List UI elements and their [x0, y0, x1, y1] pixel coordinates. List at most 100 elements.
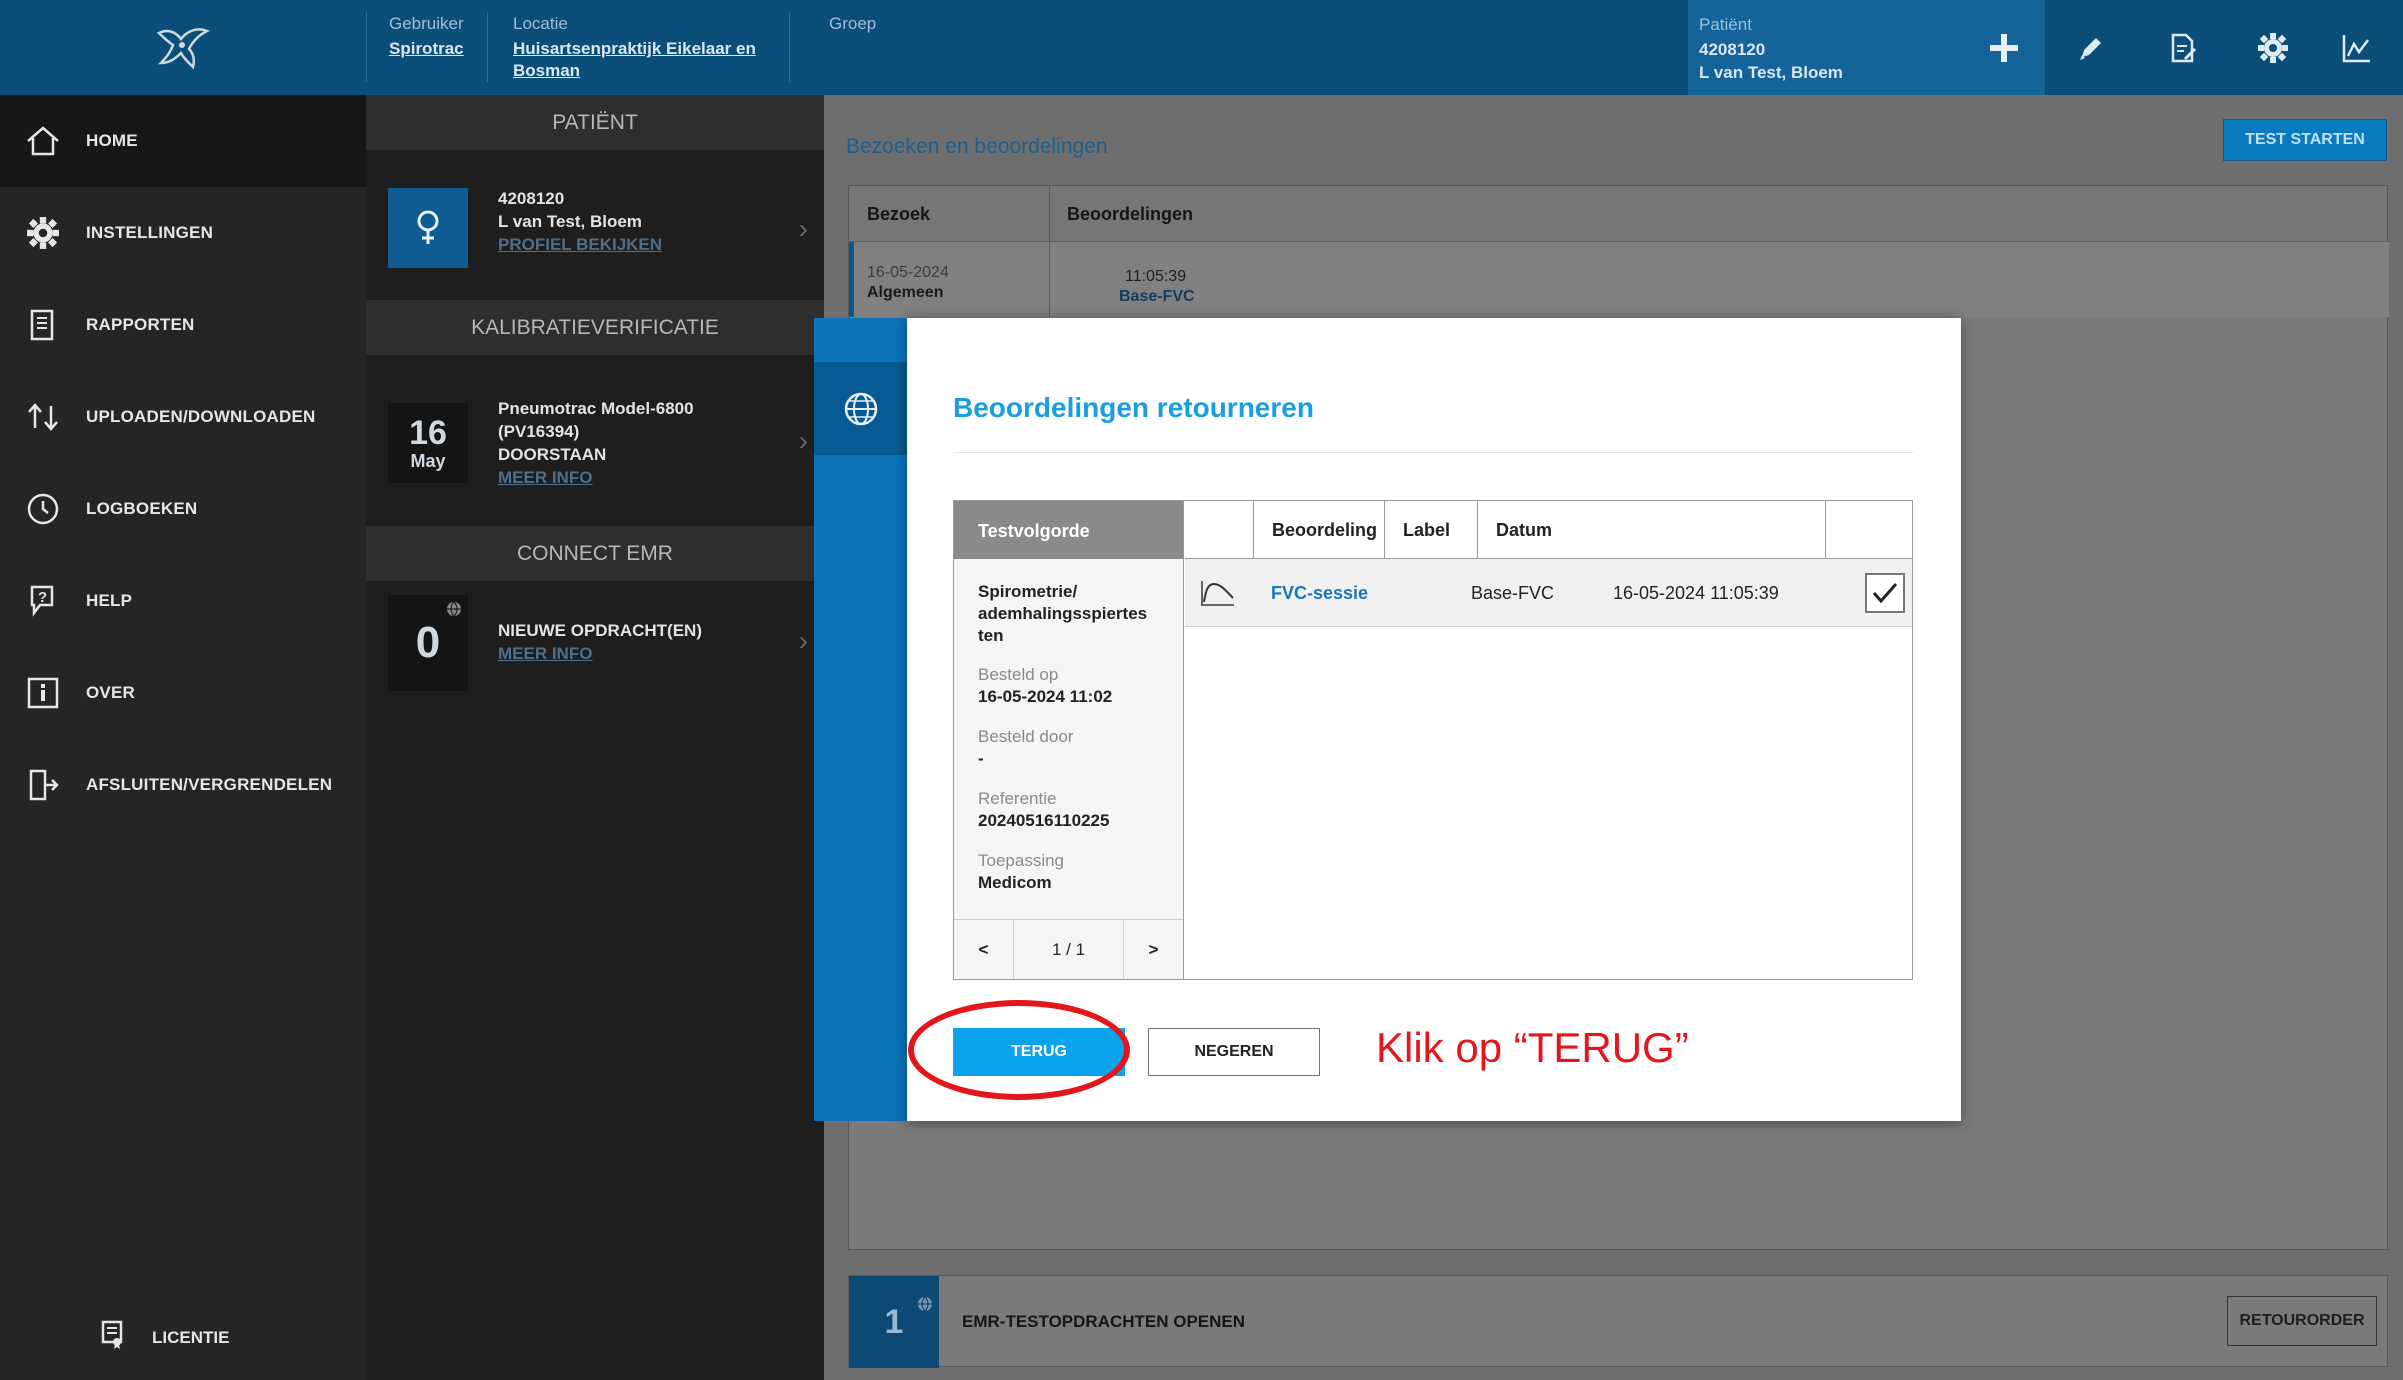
assessments-panel: Testvolgorde Spirometrie/ ademhalingsspi… [953, 500, 1913, 980]
sidebar-item-about[interactable]: OVER [0, 647, 366, 739]
license-button[interactable]: LICENTIE [100, 1320, 229, 1355]
calibration-card[interactable]: 16 May Pneumotrac Model-6800 (PV16394) D… [366, 385, 824, 515]
patient-name: L van Test, Bloem [498, 212, 642, 231]
globe-icon [446, 601, 462, 622]
table-row[interactable]: FVC-sessie Base-FVC 16-05-2024 11:05:39 [1185, 559, 1912, 627]
ordered-by-label: Besteld door [978, 727, 1074, 746]
visit-type: Algemeen [867, 284, 944, 301]
assessments-table: Beoordeling Label Datum FVC-sessie Base-… [1185, 501, 1912, 627]
clock-icon [0, 492, 86, 526]
sidebar-item-logbooks[interactable]: LOGBOEKEN [0, 463, 366, 555]
patient-card[interactable]: 4208120 L van Test, Bloem PROFIEL BEKIJK… [366, 175, 824, 295]
emr-orders-strip[interactable]: 1 EMR-TESTOPDRACHTEN OPENEN RETOURORDER [848, 1275, 2388, 1368]
calibration-serial: (PV16394) [498, 422, 580, 441]
sidebar-item-reports[interactable]: RAPPORTEN [0, 279, 366, 371]
start-test-button[interactable]: TEST STARTEN [2223, 119, 2387, 161]
back-button[interactable]: TERUG [953, 1028, 1125, 1076]
pencil-icon [2080, 37, 2101, 60]
assessments-table-header: Beoordeling Label Datum [1185, 501, 1912, 559]
divider [953, 452, 1913, 453]
sidebar-item-label: INSTELLINGEN [86, 223, 214, 242]
assessment-link[interactable]: FVC-sessie [1271, 559, 1368, 627]
divider [487, 12, 488, 82]
patient-tile [388, 188, 468, 268]
visits-title: Bezoeken en beoordelingen [846, 135, 1108, 158]
assessment-label: Base-FVC [1471, 583, 1555, 603]
gear-icon [0, 216, 86, 250]
info-icon [0, 676, 86, 710]
sidebar-item-label: LOGBOEKEN [86, 499, 198, 518]
return-order-button[interactable]: RETOURORDER [2227, 1296, 2377, 1346]
user-link[interactable]: Spirotrac [389, 38, 464, 60]
next-page-button[interactable]: > [1124, 920, 1183, 979]
column-header-visit: Bezoek [867, 204, 931, 224]
ordered-on-value: 16-05-2024 11:02 [978, 687, 1113, 706]
emr-section-header: CONNECT EMR [366, 526, 824, 581]
visit-date: 16-05-2024 [867, 264, 949, 281]
location-link-line2[interactable]: Bosman [513, 60, 756, 82]
calibration-more-info-link[interactable]: MEER INFO [498, 466, 694, 489]
patient-section-header: PATIËNT [366, 95, 824, 150]
patient-info: 4208120 L van Test, Bloem PROFIEL BEKIJK… [498, 187, 662, 256]
checkmark-icon [1872, 583, 1898, 604]
ordered-by-block: Besteld door - [978, 726, 1073, 770]
assessment-label-link[interactable]: Base-FVC [1119, 288, 1195, 306]
column-header-select [1825, 501, 1912, 559]
calibration-info: Pneumotrac Model-6800 (PV16394) DOORSTAA… [498, 397, 694, 489]
emr-more-info-link[interactable]: MEER INFO [498, 642, 702, 665]
user-label: Gebruiker [389, 14, 464, 33]
sidebar-item-upload-download[interactable]: UPLOADEN/DOWNLOADEN [0, 371, 366, 463]
edit-button[interactable] [2045, 0, 2137, 95]
help-icon: ? [0, 583, 86, 619]
assessment-date: 16-05-2024 11:05:39 [1613, 583, 1779, 603]
annotation-instruction: Klik op “TERUG” [1376, 1024, 1689, 1071]
calibration-day: 16 [409, 413, 447, 452]
divider [366, 12, 367, 82]
emr-card[interactable]: 0 NIEUWE OPDRACHT(EN) MEER INFO › [366, 595, 824, 705]
globe-icon [814, 362, 907, 455]
document-button[interactable] [2137, 0, 2229, 95]
reference-label: Referentie [978, 789, 1057, 808]
trends-button[interactable] [2311, 0, 2403, 95]
return-assessments-dialog: Beoordelingen retourneren Testvolgorde S… [907, 318, 1961, 1121]
license-icon [100, 1320, 126, 1355]
sidebar-item-label: HOME [86, 131, 138, 150]
test-order-panel: Testvolgorde Spirometrie/ ademhalingsspi… [954, 501, 1184, 979]
ignore-button[interactable]: NEGEREN [1148, 1028, 1320, 1076]
ordered-on-block: Besteld op 16-05-2024 11:02 [978, 664, 1112, 708]
female-icon [417, 210, 439, 244]
report-icon [0, 308, 86, 342]
add-patient-button[interactable] [1963, 0, 2045, 95]
fvc-curve-icon [1199, 559, 1237, 627]
profile-link[interactable]: PROFIEL BEKIJKEN [498, 233, 662, 256]
emr-count-tile: 0 [388, 595, 468, 691]
sidebar-item-help[interactable]: ? HELP [0, 555, 366, 647]
settings-button[interactable] [2227, 0, 2319, 95]
column-header-assessment: Beoordeling [1253, 501, 1384, 559]
sidebar-item-label: HELP [86, 591, 133, 610]
sidebar-item-label: UPLOADEN/DOWNLOADEN [86, 407, 316, 426]
sidebar-item-label: OVER [86, 683, 135, 702]
prev-page-button[interactable]: < [954, 920, 1014, 979]
sidebar-item-logout[interactable]: AFSLUITEN/VERGRENDELEN [0, 739, 366, 831]
chevron-right-icon: › [798, 213, 808, 244]
app-logo [0, 0, 366, 95]
application-value: Medicom [978, 873, 1052, 892]
application-label: Toepassing [978, 851, 1065, 870]
emr-count: 0 [415, 618, 441, 667]
location-label: Locatie [513, 14, 568, 33]
emr-info: NIEUWE OPDRACHT(EN) MEER INFO [498, 619, 702, 665]
group-field[interactable]: Groep [829, 14, 876, 38]
sidebar-item-settings[interactable]: INSTELLINGEN [0, 187, 366, 279]
patient-id: 4208120 [498, 189, 565, 208]
emr-orders-count-tile: 1 [849, 1276, 939, 1368]
gear-icon [2258, 32, 2288, 63]
row-checkbox[interactable] [1865, 573, 1905, 613]
modal-side-strip [814, 318, 907, 1121]
test-name: Spirometrie/ ademhalingsspiertes ten [978, 582, 1148, 645]
divider [1049, 242, 1050, 317]
test-order-header: Testvolgorde [954, 501, 1183, 559]
sidebar-item-home[interactable]: HOME [0, 95, 366, 187]
location-link-line1[interactable]: Huisartsenpraktijk Eikelaar en [513, 38, 756, 60]
table-row[interactable]: 16-05-2024 Algemeen 11:05:39 Base-FVC [849, 242, 2389, 317]
